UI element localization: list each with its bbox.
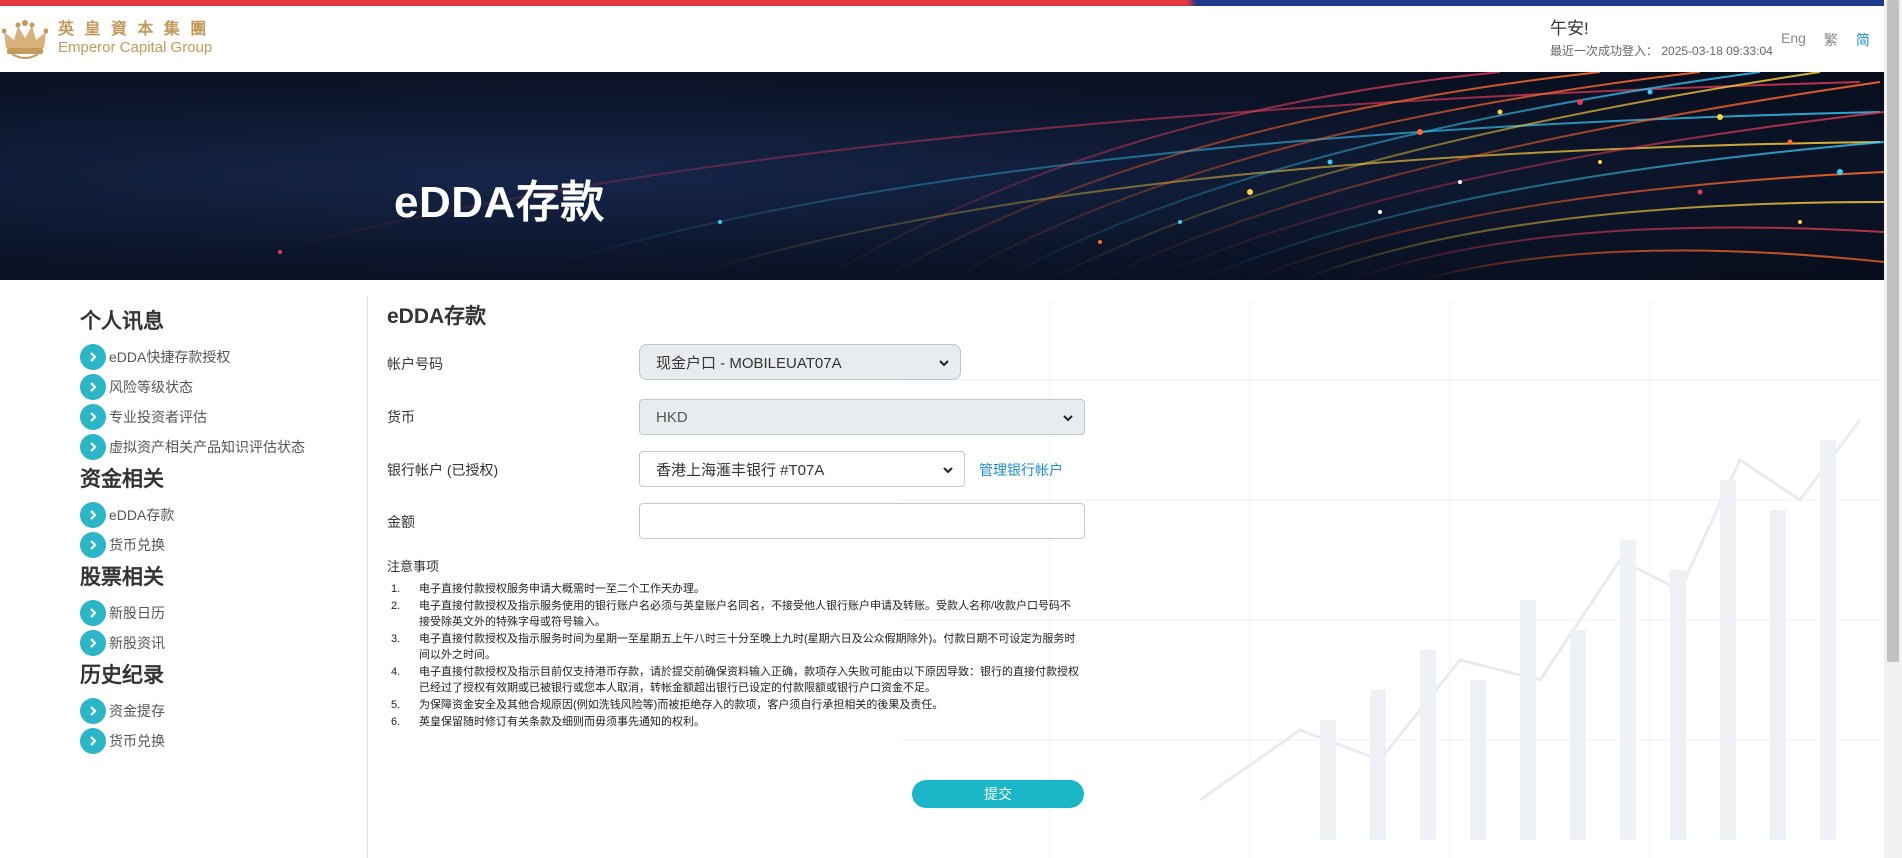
sidebar-item-virtual-asset-assessment[interactable]: 虚拟资产相关产品知识评估状态 xyxy=(80,432,360,462)
sidebar-item-ipo-news[interactable]: 新股资讯 xyxy=(80,628,360,658)
sidebar-item-label: 货币兑换 xyxy=(109,537,165,553)
chevron-down-icon xyxy=(939,360,949,367)
notes-title: 注意事项 xyxy=(387,559,440,574)
sidebar-group-stocks: 股票相关 新股日历 新股资讯 xyxy=(80,564,360,658)
sidebar-item-label: 新股资讯 xyxy=(109,635,165,651)
note-item: 5. 为保障资金安全及其他合规原因(例如洗钱风险等)而被拒绝存入的款项，客户须自行… xyxy=(391,699,944,711)
sidebar-group-title: 股票相关 xyxy=(80,566,164,589)
currency-select-value: HKD xyxy=(656,408,688,426)
amount-label: 金额 xyxy=(387,514,415,530)
sidebar-item-currency-exchange[interactable]: 货币兑换 xyxy=(80,530,360,560)
last-login: 最近一次成功登入： 2025-03-18 09:33:04 xyxy=(1550,42,1773,59)
lang-english[interactable]: Eng xyxy=(1781,30,1806,50)
background-chart-graphic xyxy=(900,300,1884,858)
light-streaks-graphic xyxy=(269,72,1884,280)
submit-button[interactable]: 提交 xyxy=(912,780,1084,808)
language-switcher: Eng 繁 简 xyxy=(1781,30,1870,50)
sidebar-item-fund-transfers[interactable]: 资金提存 xyxy=(80,696,360,726)
sidebar-item-risk-level[interactable]: 风险等级状态 xyxy=(80,372,360,402)
brand-logo[interactable]: 英 皇 資 本 集 團 Emperor Capital Group xyxy=(2,18,212,60)
greeting-text: 午安! xyxy=(1550,19,1589,38)
sidebar-item-exchange-history[interactable]: 货币兑换 xyxy=(80,726,360,756)
manage-bank-accounts-link[interactable]: 管理银行帐户 xyxy=(979,460,1063,480)
chevron-right-icon xyxy=(80,374,106,400)
page-title: eDDA存款 xyxy=(387,305,487,328)
currency-label: 货币 xyxy=(387,409,415,425)
sidebar-group-funds: 资金相关 eDDA存款 货币兑换 xyxy=(80,466,360,560)
lang-traditional[interactable]: 繁 xyxy=(1824,30,1838,50)
chevron-right-icon xyxy=(80,344,106,370)
lang-simplified[interactable]: 简 xyxy=(1856,30,1870,50)
last-login-label: 最近一次成功登入： xyxy=(1550,44,1659,58)
sidebar-item-label: 货币兑换 xyxy=(109,733,165,749)
sidebar-item-edda-deposit[interactable]: eDDA存款 xyxy=(80,500,360,530)
hero-banner: eDDA存款 xyxy=(0,72,1884,280)
scrollbar-thumb[interactable] xyxy=(1887,0,1899,662)
account-label: 帐户号码 xyxy=(387,356,443,372)
sidebar-item-label: 虚拟资产相关产品知识评估状态 xyxy=(109,439,305,455)
notes-list: 1. 电子直接付款授权服务申请大概需时一至二个工作天办理。 2. 电子直接付款授权及… xyxy=(391,581,1081,731)
chevron-down-icon xyxy=(1063,415,1073,422)
amount-input[interactable] xyxy=(639,503,1085,539)
sidebar-item-label: eDDA存款 xyxy=(109,507,175,523)
greeting-block: 午安! 最近一次成功登入： 2025-03-18 09:33:04 xyxy=(1550,18,1773,59)
bank-account-label: 银行帐户 (已授权) xyxy=(387,462,499,478)
account-select-value: 现金户口 - MOBILEUAT07A xyxy=(656,354,842,372)
chevron-down-icon xyxy=(943,467,953,474)
chevron-right-icon xyxy=(80,404,106,430)
chevron-right-icon xyxy=(80,434,106,460)
sidebar-item-label: eDDA快捷存款授权 xyxy=(109,349,231,365)
chevron-right-icon xyxy=(80,502,106,528)
header: 英 皇 資 本 集 團 Emperor Capital Group 午安! 最近… xyxy=(0,6,1884,72)
brand-name-en: Emperor Capital Group xyxy=(58,39,213,56)
sidebar-item-edda-authorization[interactable]: eDDA快捷存款授权 xyxy=(80,342,360,372)
sidebar-group-title: 历史纪录 xyxy=(80,664,164,687)
sidebar-divider xyxy=(367,296,368,858)
chevron-right-icon xyxy=(80,532,106,558)
banner-title: eDDA存款 xyxy=(394,178,605,227)
note-item: 3. 电子直接付款授权及指示服务时间为星期一至星期五上午八时三十分至晚上九时(星期… xyxy=(391,633,1076,661)
note-item: 6. 英皇保留随时修订有关条款及细则而毋须事先通知的权利。 xyxy=(391,716,705,728)
sidebar-group-personal: 个人讯息 eDDA快捷存款授权 风险等级状态 专业投资者评估 虚拟资产相关产品知… xyxy=(80,308,360,462)
sidebar-item-label: 风险等级状态 xyxy=(109,379,193,395)
currency-select[interactable]: HKD xyxy=(639,399,1085,435)
chevron-right-icon xyxy=(80,600,106,626)
sidebar: 个人讯息 eDDA快捷存款授权 风险等级状态 专业投资者评估 虚拟资产相关产品知… xyxy=(80,308,360,760)
note-item: 4. 电子直接付款授权及指示目前仅支持港币存款，请於提交前确保资料输入正确，款项存… xyxy=(391,666,1079,694)
last-login-time: 2025-03-18 09:33:04 xyxy=(1661,44,1773,58)
sidebar-item-professional-investor[interactable]: 专业投资者评估 xyxy=(80,402,360,432)
note-item: 2. 电子直接付款授权及指示服务使用的银行账户名必须与英皇账户名同名，不接受他人银… xyxy=(391,600,1072,628)
chevron-right-icon xyxy=(80,630,106,656)
chevron-right-icon xyxy=(80,698,106,724)
sidebar-item-ipo-calendar[interactable]: 新股日历 xyxy=(80,598,360,628)
sidebar-item-label: 专业投资者评估 xyxy=(109,409,207,425)
chevron-right-icon xyxy=(80,728,106,754)
bank-account-select-value: 香港上海滙丰银行 #T07A xyxy=(656,461,825,479)
crown-logo-icon xyxy=(2,20,48,59)
sidebar-item-label: 资金提存 xyxy=(109,703,165,719)
sidebar-group-title: 个人讯息 xyxy=(80,310,164,333)
brand-name-cn: 英 皇 資 本 集 團 xyxy=(58,21,210,38)
account-select[interactable]: 现金户口 - MOBILEUAT07A xyxy=(639,344,961,380)
page-scrollbar[interactable] xyxy=(1884,0,1902,858)
sidebar-group-title: 资金相关 xyxy=(80,468,164,491)
sidebar-group-history: 历史纪录 资金提存 货币兑换 xyxy=(80,662,360,756)
note-item: 1. 电子直接付款授权服务申请大概需时一至二个工作天办理。 xyxy=(391,583,705,595)
bank-account-select[interactable]: 香港上海滙丰银行 #T07A xyxy=(639,451,965,487)
sidebar-item-label: 新股日历 xyxy=(109,605,165,621)
